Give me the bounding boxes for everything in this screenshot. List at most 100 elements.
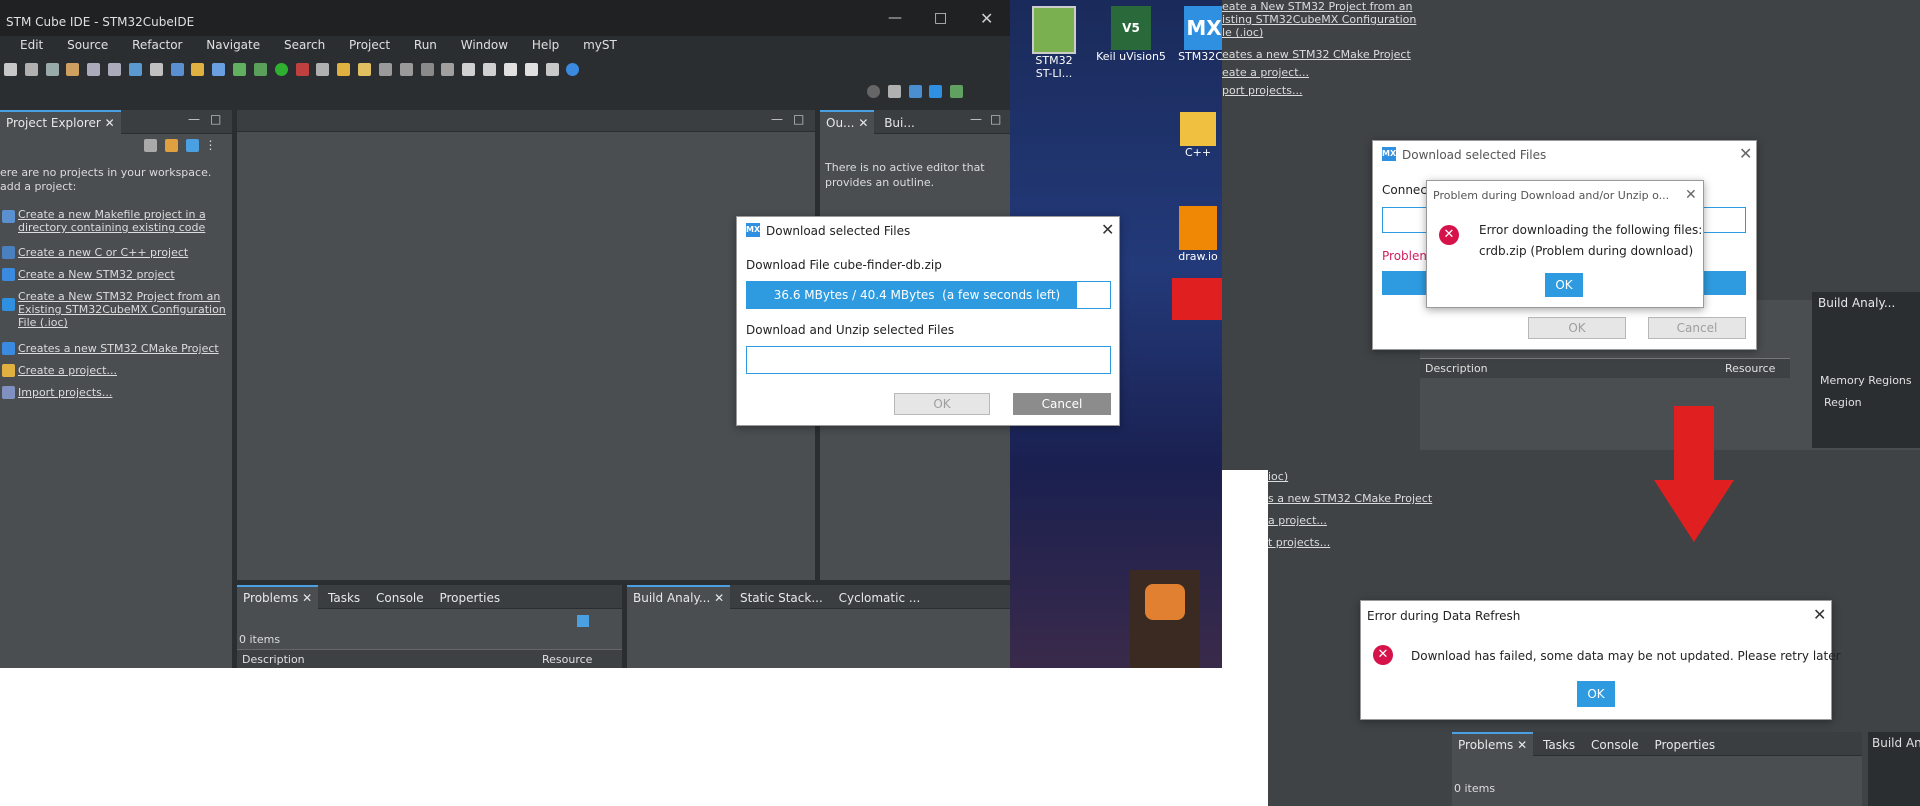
chip-icon[interactable] <box>149 63 163 76</box>
menu-source[interactable]: Source <box>67 38 108 52</box>
minimize-panel-icon[interactable]: — <box>188 112 200 126</box>
maximize-button[interactable]: □ <box>934 10 947 26</box>
save-all-icon[interactable] <box>24 63 38 76</box>
arrow-left-icon[interactable] <box>503 63 517 76</box>
lower-tab-build[interactable]: Build Analy <box>1872 736 1920 750</box>
lower-link-2[interactable]: s a new STM32 CMake Project <box>1268 492 1528 505</box>
region-header[interactable]: Region <box>1824 396 1862 409</box>
new-c-icon[interactable] <box>170 63 184 76</box>
right-col-description[interactable]: Description <box>1425 362 1488 375</box>
tab-problems[interactable]: Problems ✕ <box>237 585 319 609</box>
lower-tab-tasks[interactable]: Tasks <box>1537 734 1581 756</box>
tab-console[interactable]: Console <box>370 587 430 609</box>
undo-icon[interactable] <box>87 63 101 76</box>
ok-button[interactable]: OK <box>894 393 990 415</box>
lower-tab-console[interactable]: Console <box>1585 734 1645 756</box>
outline-minimize-icon[interactable]: — <box>970 112 982 126</box>
close-icon[interactable]: ✕ <box>1101 222 1114 238</box>
lower-link-4[interactable]: t projects... <box>1268 536 1528 549</box>
right-link-5[interactable]: eate a project... <box>1222 66 1422 79</box>
right-link-6[interactable]: port projects... <box>1222 84 1422 97</box>
terminal-icon[interactable] <box>545 63 559 76</box>
external-tools-icon[interactable] <box>316 63 330 76</box>
folder-icon[interactable] <box>191 63 205 76</box>
menu-help[interactable]: Help <box>532 38 559 52</box>
bg-cancel-button[interactable]: Cancel <box>1648 317 1746 339</box>
right-link-2[interactable]: isting STM32CubeMX Configuration <box>1222 13 1422 26</box>
save-icon[interactable] <box>4 63 17 76</box>
desktop-icon-keil[interactable]: V5 Keil uVision5 <box>1094 6 1168 63</box>
tab-tasks[interactable]: Tasks <box>322 587 366 609</box>
problems-filter-icon[interactable] <box>577 615 589 627</box>
desktop-icon-drawio[interactable]: draw.io <box>1176 206 1220 263</box>
link-cmake-project[interactable]: Creates a new STM32 CMake Project <box>0 342 232 364</box>
arrow-right-icon[interactable] <box>524 63 538 76</box>
link-stm32-project[interactable]: Create a New STM32 project <box>0 268 232 290</box>
bg-close-icon[interactable]: ✕ <box>1739 146 1752 162</box>
menu-window[interactable]: Window <box>461 38 508 52</box>
mx-perspective-icon[interactable] <box>929 85 943 98</box>
link-import-projects[interactable]: Import projects... <box>0 386 232 408</box>
link-editor-icon[interactable] <box>164 139 178 152</box>
bg-ok-button[interactable]: OK <box>1528 317 1626 339</box>
search-icon[interactable] <box>867 85 880 98</box>
collapse-all-icon[interactable] <box>144 139 157 152</box>
view-menu-icon[interactable]: ⋮ <box>204 138 216 152</box>
link-create-project[interactable]: Create a project... <box>0 364 232 386</box>
col-description[interactable]: Description <box>242 653 305 666</box>
lower-tab-problems[interactable]: Problems ✕ <box>1452 732 1534 756</box>
tab-cyclomatic[interactable]: Cyclomatic ... <box>833 587 927 609</box>
open-perspective-icon[interactable] <box>887 85 901 98</box>
debug-icon[interactable] <box>295 63 309 76</box>
editor-maximize-icon[interactable]: □ <box>793 112 804 126</box>
memory-regions-tab[interactable]: Memory Regions <box>1820 374 1912 387</box>
right-link-1[interactable]: eate a New STM32 Project from an <box>1222 0 1422 13</box>
tab-project-explorer[interactable]: Project Explorer ✕ <box>0 110 121 134</box>
tab-build-analyzer[interactable]: Build Analy... ✕ <box>627 585 731 609</box>
menu-search[interactable]: Search <box>284 38 325 52</box>
desktop-icon-stlink[interactable]: STM32 ST-LI... <box>1026 6 1082 80</box>
run-icon[interactable] <box>274 63 288 76</box>
col-resource[interactable]: Resource <box>542 653 592 666</box>
menu-edit[interactable]: Edit <box>20 38 43 52</box>
maximize-panel-icon[interactable]: □ <box>210 112 221 126</box>
lower-tab-properties[interactable]: Properties <box>1648 734 1721 756</box>
redo-icon[interactable] <box>108 63 122 76</box>
refresh-ok-button[interactable]: OK <box>1577 681 1615 707</box>
problem-ok-button[interactable]: OK <box>1545 273 1583 297</box>
back-icon[interactable] <box>462 63 476 76</box>
outline-maximize-icon[interactable]: □ <box>990 112 1001 126</box>
outline-icon[interactable] <box>378 63 392 76</box>
close-window-button[interactable]: ✕ <box>980 9 993 28</box>
new-class-icon[interactable] <box>212 63 226 76</box>
next-annotation-icon[interactable] <box>441 63 455 76</box>
desktop-icon-cpp[interactable]: C++ <box>1178 112 1218 159</box>
link-c-cpp-project[interactable]: Create a new C or C++ project <box>0 246 232 268</box>
lower-link-1[interactable]: ioc) <box>1268 470 1528 483</box>
forward-icon[interactable] <box>483 63 497 76</box>
menu-refactor[interactable]: Refactor <box>132 38 182 52</box>
open-folder-icon[interactable] <box>337 63 351 76</box>
link-stm32-from-ioc[interactable]: Create a New STM32 Project from an Existi… <box>0 290 232 342</box>
link-makefile-project[interactable]: Create a new Makefile project in a direct… <box>0 208 232 246</box>
menu-project[interactable]: Project <box>349 38 390 52</box>
problem-close-icon[interactable]: ✕ <box>1685 187 1697 203</box>
tab-static-stack[interactable]: Static Stack... <box>734 587 829 609</box>
menu-myst[interactable]: myST <box>583 38 617 52</box>
tab-build-targets[interactable]: Bui... <box>878 112 921 134</box>
brush-icon[interactable] <box>358 63 372 76</box>
right-link-4[interactable]: eates a new STM32 CMake Project <box>1222 48 1422 61</box>
refresh-icon[interactable] <box>233 63 247 76</box>
debug-perspective-icon[interactable] <box>950 85 964 98</box>
debug-config-icon[interactable] <box>128 63 142 76</box>
menu-run[interactable]: Run <box>414 38 437 52</box>
target-icon[interactable] <box>253 63 267 76</box>
minimize-button[interactable]: — <box>888 10 902 26</box>
info-icon[interactable] <box>566 63 580 76</box>
cpp-perspective-icon[interactable] <box>908 85 922 98</box>
menu-navigate[interactable]: Navigate <box>206 38 260 52</box>
tab-outline[interactable]: Ou... ✕ <box>820 110 875 134</box>
filter-icon[interactable] <box>185 139 199 152</box>
editor-minimize-icon[interactable]: — <box>771 112 783 126</box>
lower-link-3[interactable]: a project... <box>1268 514 1528 527</box>
